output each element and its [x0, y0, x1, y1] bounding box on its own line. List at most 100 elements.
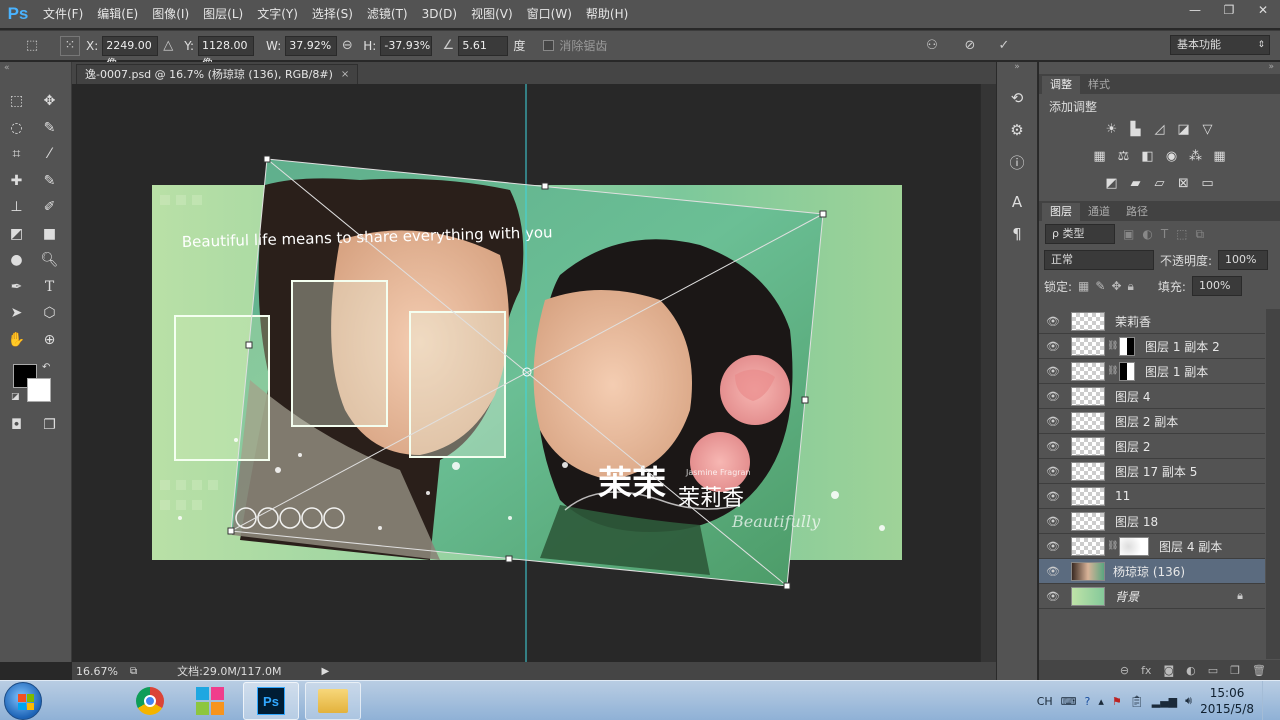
character-panel-icon[interactable]: A: [997, 186, 1037, 218]
tab-paths[interactable]: 路径: [1118, 203, 1156, 221]
layer-row[interactable]: 👁︎ ⛓ 图层 1 副本: [1039, 359, 1265, 384]
channel-mixer-icon[interactable]: ⁂: [1187, 148, 1205, 166]
explorer-taskbar-button[interactable]: [305, 682, 361, 720]
menu-file[interactable]: 文件(F): [36, 0, 90, 28]
visibility-eye-icon[interactable]: 👁︎: [1039, 315, 1067, 328]
exposure-icon[interactable]: ◪: [1175, 121, 1193, 139]
warp-icon[interactable]: ⚇: [922, 36, 942, 56]
x-field[interactable]: 2249.00 像: [102, 35, 159, 70]
add-mask-icon[interactable]: ◙: [1163, 664, 1174, 677]
layer-row-selected[interactable]: 👁︎ 杨琼琼 (136): [1039, 559, 1265, 584]
vibrance-icon[interactable]: ▽: [1199, 121, 1217, 139]
new-adjustment-icon[interactable]: ◐: [1186, 664, 1196, 677]
curves-icon[interactable]: ◿: [1151, 121, 1169, 139]
levels-icon[interactable]: ▙: [1127, 121, 1145, 139]
mask-link-icon[interactable]: ⛓: [1107, 341, 1118, 351]
system-clock[interactable]: 15:06 2015/5/8: [1200, 685, 1254, 717]
visibility-eye-icon[interactable]: 👁︎: [1039, 365, 1067, 378]
keyboard-icon[interactable]: ⌨: [1061, 695, 1077, 708]
color-balance-icon[interactable]: ⚖: [1115, 148, 1133, 166]
new-layer-icon[interactable]: ❐: [1230, 664, 1240, 677]
cancel-transform-icon[interactable]: ⊘: [960, 36, 980, 56]
app-taskbar-button[interactable]: [182, 682, 238, 720]
threshold-icon[interactable]: ▱: [1151, 175, 1169, 193]
relative-position-icon[interactable]: △: [158, 36, 178, 56]
fill-field[interactable]: 100%: [1191, 276, 1242, 296]
screen-mode-icon[interactable]: ❐: [33, 412, 66, 438]
healing-brush-icon[interactable]: ✚: [0, 168, 33, 194]
help-icon[interactable]: ?: [1085, 695, 1091, 708]
visibility-eye-icon[interactable]: 👁︎: [1039, 340, 1067, 353]
pen-tool-icon[interactable]: ✒: [0, 274, 33, 300]
close-button[interactable]: ✕: [1246, 0, 1280, 20]
photo-filter-icon[interactable]: ◉: [1163, 148, 1181, 166]
brightness-contrast-icon[interactable]: ☀: [1103, 121, 1121, 139]
black-white-icon[interactable]: ◧: [1139, 148, 1157, 166]
default-colors-icon[interactable]: ◪: [11, 392, 20, 402]
menu-image[interactable]: 图像(I): [145, 0, 196, 28]
lock-position-icon[interactable]: ✥: [1111, 279, 1121, 293]
menu-layer[interactable]: 图层(L): [196, 0, 250, 28]
quick-mask-icon[interactable]: ◘: [0, 412, 33, 438]
visibility-eye-icon[interactable]: 👁︎: [1039, 565, 1067, 578]
antialias-checkbox[interactable]: [543, 40, 555, 51]
delete-layer-icon[interactable]: 🗑︎: [1252, 664, 1266, 677]
layers-scrollbar[interactable]: [1266, 309, 1280, 659]
network-icon[interactable]: ▂▄▆: [1152, 695, 1177, 708]
layer-row[interactable]: 👁︎ 11: [1039, 484, 1265, 509]
menu-filter[interactable]: 滤镜(T): [360, 0, 415, 28]
visibility-eye-icon[interactable]: 👁︎: [1039, 590, 1067, 603]
start-button[interactable]: [4, 682, 42, 720]
menu-window[interactable]: 窗口(W): [520, 0, 579, 28]
commit-transform-icon[interactable]: ✓: [994, 36, 1014, 56]
dodge-tool-icon[interactable]: 🔍︎: [33, 247, 66, 273]
color-lookup-icon[interactable]: ▦: [1211, 148, 1229, 166]
filter-smart-icon[interactable]: ⧉: [1196, 227, 1205, 242]
minimize-button[interactable]: —: [1178, 0, 1212, 20]
volume-icon[interactable]: 🔊︎: [1185, 694, 1192, 708]
brush-tool-icon[interactable]: ✎: [33, 168, 66, 194]
right-dock-collapse[interactable]: »: [1039, 62, 1280, 74]
invert-icon[interactable]: ◩: [1103, 175, 1121, 193]
visibility-eye-icon[interactable]: 👁︎: [1039, 390, 1067, 403]
restore-button[interactable]: ❐: [1212, 0, 1246, 20]
mask-link-icon[interactable]: ⛓: [1107, 541, 1118, 551]
workspace-select[interactable]: 基本功能 ⇕: [1170, 35, 1270, 55]
history-brush-icon[interactable]: ✐: [33, 194, 66, 220]
layer-mask-thumbnail[interactable]: [1119, 336, 1135, 356]
tab-adjustments[interactable]: 调整: [1042, 76, 1080, 94]
lock-transparent-icon[interactable]: ▦: [1078, 279, 1089, 293]
visibility-eye-icon[interactable]: 👁︎: [1039, 440, 1067, 453]
menu-help[interactable]: 帮助(H): [579, 0, 635, 28]
filter-adjust-icon[interactable]: ◐: [1142, 227, 1152, 241]
layer-row[interactable]: 👁︎ 图层 18: [1039, 509, 1265, 534]
toolbar-collapse[interactable]: «: [0, 62, 71, 74]
blend-mode-select[interactable]: 正常: [1044, 250, 1154, 270]
background-color-swatch[interactable]: [27, 378, 51, 402]
visibility-eye-icon[interactable]: 👁︎: [1039, 490, 1067, 503]
visibility-eye-icon[interactable]: 👁︎: [1039, 415, 1067, 428]
visibility-eye-icon[interactable]: 👁︎: [1039, 465, 1067, 478]
dock-collapse[interactable]: »: [997, 62, 1037, 82]
lock-all-icon[interactable]: 🔒︎: [1128, 279, 1134, 294]
tab-layers[interactable]: 图层: [1042, 203, 1080, 221]
hue-saturation-icon[interactable]: ▦: [1091, 148, 1109, 166]
type-tool-icon[interactable]: T: [33, 274, 66, 300]
layer-row[interactable]: 👁︎ 图层 4: [1039, 384, 1265, 409]
close-document-icon[interactable]: ×: [341, 66, 349, 84]
visibility-eye-icon[interactable]: 👁︎: [1039, 515, 1067, 528]
menu-type[interactable]: 文字(Y): [250, 0, 305, 28]
zoom-tool-icon[interactable]: ⊕: [33, 327, 66, 353]
eraser-tool-icon[interactable]: ◩: [0, 221, 33, 247]
zoom-level[interactable]: 16.67%: [76, 665, 126, 678]
layer-filter-select[interactable]: ρ 类型: [1045, 224, 1115, 244]
lasso-tool-icon[interactable]: ◌: [0, 115, 33, 141]
tab-channels[interactable]: 通道: [1080, 203, 1118, 221]
visibility-eye-icon[interactable]: 👁︎: [1039, 540, 1067, 553]
menu-view[interactable]: 视图(V): [464, 0, 520, 28]
document-tab[interactable]: 逸-0007.psd @ 16.7% (杨琼琼 (136), RGB/8#) ×: [76, 64, 359, 84]
layer-row[interactable]: 👁︎ 图层 2: [1039, 434, 1265, 459]
reference-point-icon[interactable]: ⁙: [60, 35, 80, 56]
layer-row[interactable]: 👁︎ 图层 2 副本: [1039, 409, 1265, 434]
canvas-area[interactable]: Beautiful life means to share everything…: [72, 84, 996, 662]
